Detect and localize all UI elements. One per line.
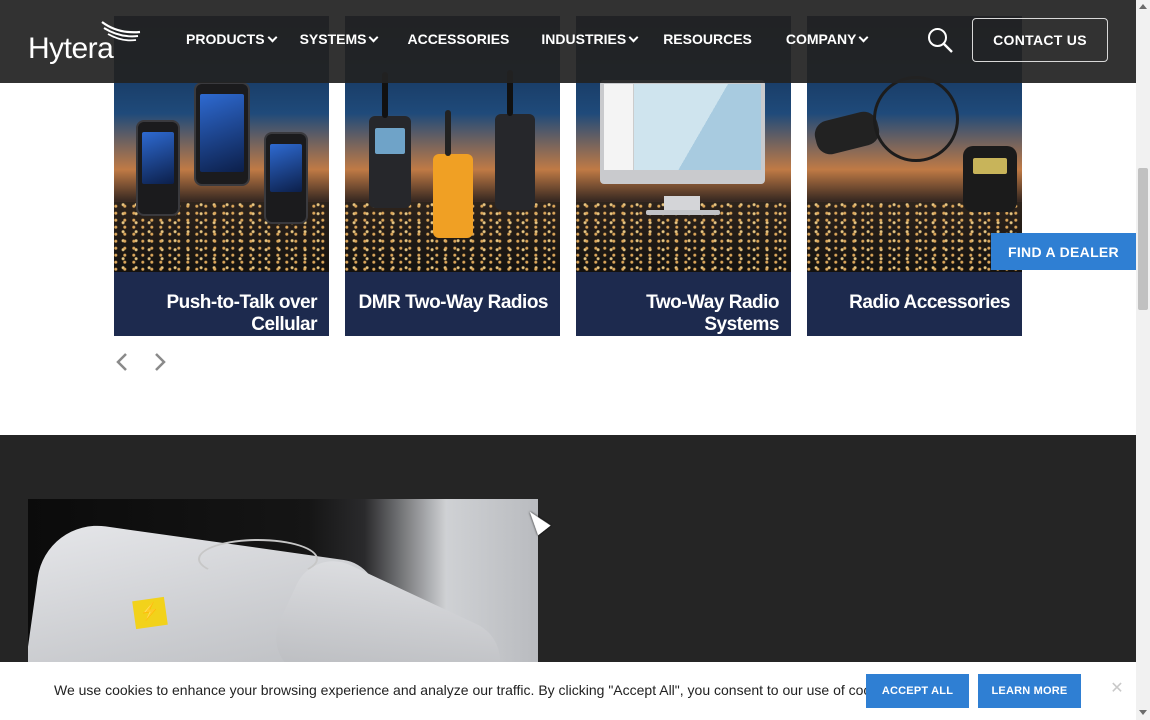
radio-image bbox=[495, 70, 535, 210]
search-icon[interactable] bbox=[927, 27, 953, 53]
site-header: Hytera PRODUCTS SYSTEMS ACCESSORIES INDU… bbox=[0, 0, 1136, 83]
monitor-image bbox=[600, 80, 765, 184]
radio-image bbox=[433, 110, 473, 238]
robot-video[interactable]: ⚡ bbox=[28, 499, 538, 662]
nav-resources[interactable]: RESOURCES bbox=[663, 31, 752, 47]
radio-image bbox=[369, 72, 411, 208]
chevron-down-icon bbox=[858, 32, 869, 42]
headset-image bbox=[873, 76, 959, 162]
earpiece-image bbox=[811, 108, 883, 158]
chevron-down-icon bbox=[369, 32, 379, 42]
nav-products[interactable]: PRODUCTS bbox=[186, 31, 278, 47]
nav-accessories[interactable]: ACCESSORIES bbox=[407, 31, 509, 47]
cookie-text: We use cookies to enhance your browsing … bbox=[54, 682, 900, 698]
card-title: DMR Two-Way Radios bbox=[358, 292, 549, 313]
card-title: Push-to-Talk over Cellular bbox=[166, 292, 317, 335]
learn-more-button[interactable]: LEARN MORE bbox=[978, 674, 1081, 708]
phone-image bbox=[264, 132, 308, 224]
nav-industries[interactable]: INDUSTRIES bbox=[541, 31, 639, 47]
chevron-left-icon[interactable] bbox=[112, 351, 134, 373]
close-icon[interactable]: ✕ bbox=[1109, 681, 1125, 697]
scroll-down-arrow-icon[interactable] bbox=[1139, 710, 1147, 715]
microphone-image bbox=[963, 146, 1017, 212]
main-nav: PRODUCTS SYSTEMS ACCESSORIES INDUSTRIES … bbox=[186, 31, 891, 47]
find-a-dealer-button[interactable]: FIND A DEALER bbox=[991, 233, 1136, 270]
chevron-right-icon[interactable] bbox=[148, 351, 170, 373]
scroll-thumb[interactable] bbox=[1138, 168, 1148, 310]
card-title: Radio Accessories bbox=[849, 292, 1010, 313]
card-title: Two-Way Radio Systems bbox=[646, 292, 779, 335]
accept-all-button[interactable]: ACCEPT ALL bbox=[866, 674, 969, 708]
warning-icon: ⚡ bbox=[132, 596, 168, 630]
chevron-down-icon bbox=[267, 32, 278, 42]
phone-image bbox=[194, 82, 250, 186]
cookie-banner: We use cookies to enhance your browsing … bbox=[0, 662, 1136, 720]
chevron-down-icon bbox=[628, 32, 639, 42]
scroll-up-arrow-icon[interactable] bbox=[1139, 4, 1147, 9]
page-scrollbar[interactable] bbox=[1136, 0, 1150, 720]
nav-systems[interactable]: SYSTEMS bbox=[300, 31, 379, 47]
wing-icon bbox=[101, 21, 141, 42]
contact-us-button[interactable]: CONTACT US bbox=[972, 18, 1108, 62]
phone-image bbox=[136, 120, 180, 216]
nav-company[interactable]: COMPANY bbox=[786, 31, 869, 47]
